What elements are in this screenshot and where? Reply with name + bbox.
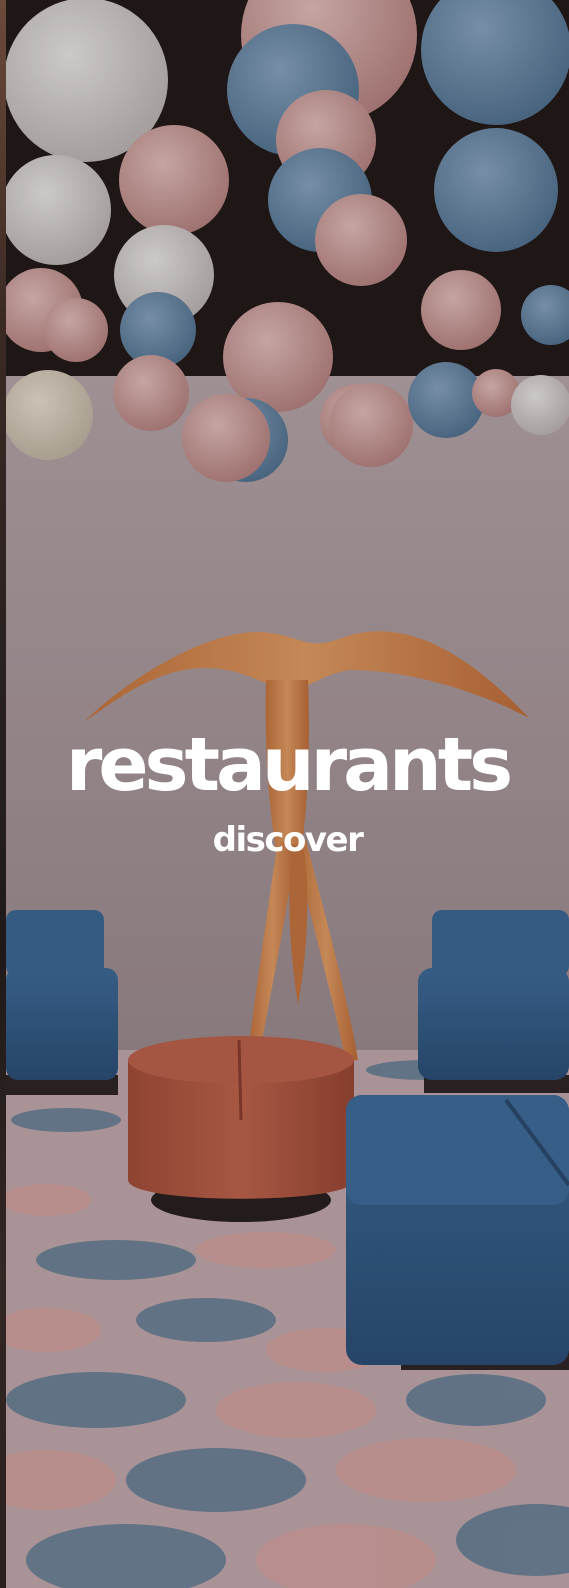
left-sofa [6, 910, 118, 1095]
discover-link[interactable]: discover [6, 818, 569, 862]
page: restaurants discover [0, 0, 569, 1588]
ottoman [128, 1036, 354, 1222]
hero-title: restaurants [65, 722, 513, 808]
right-sofa [418, 910, 569, 1093]
front-sofa [346, 1095, 569, 1370]
